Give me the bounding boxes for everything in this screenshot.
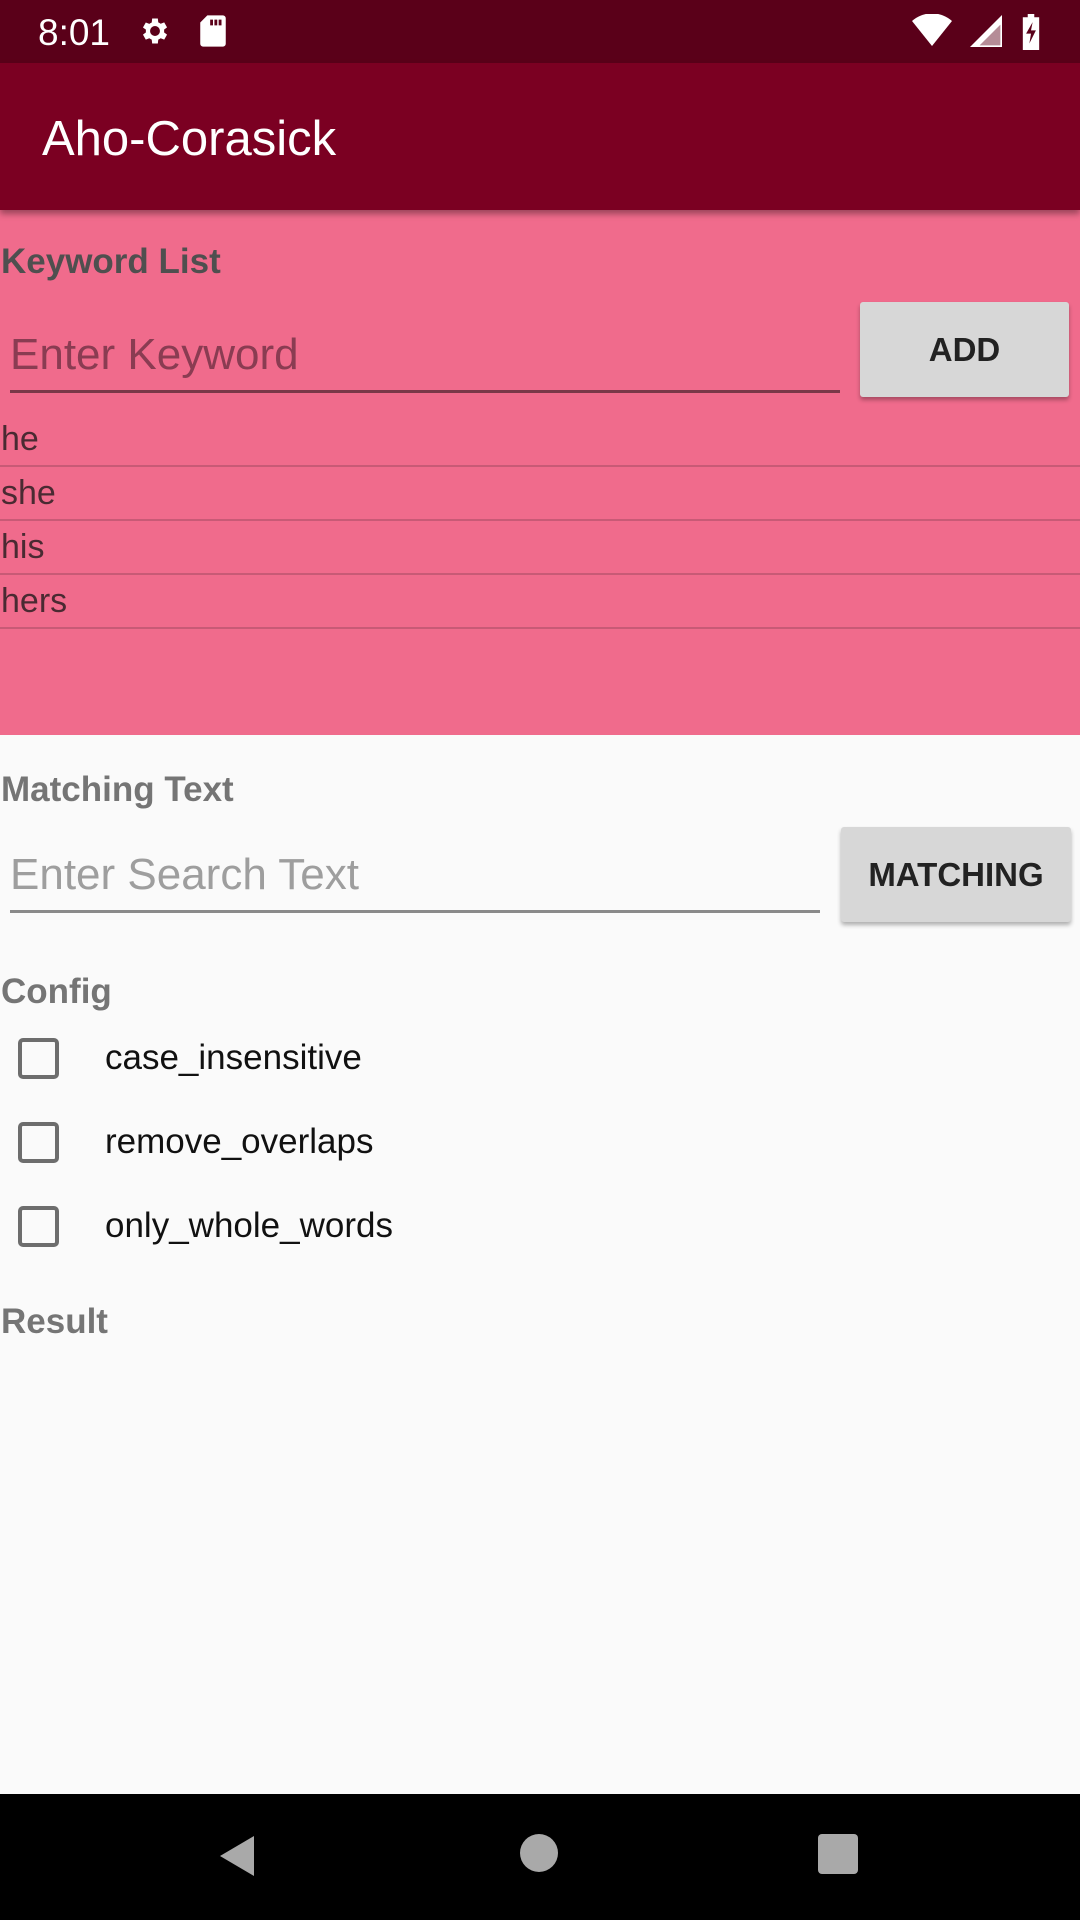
keyword-list: he she his hers	[0, 413, 1080, 629]
battery-charging-icon	[1020, 14, 1042, 55]
navigation-bar	[0, 1794, 1080, 1920]
wifi-icon	[912, 13, 952, 55]
app-title: Aho-Corasick	[42, 112, 337, 166]
matching-text-label: Matching Text	[1, 770, 234, 809]
signal-icon	[970, 14, 1002, 55]
keyword-input[interactable]	[10, 320, 840, 393]
checkbox-label: only_whole_words	[105, 1206, 393, 1245]
result-label: Result	[1, 1302, 108, 1341]
checkbox-label: case_insensitive	[105, 1038, 362, 1077]
keyword-item[interactable]: hers	[0, 575, 1080, 629]
status-time: 8:01	[38, 12, 111, 53]
search-text-input[interactable]	[10, 840, 820, 913]
app-bar: Aho-Corasick	[0, 63, 1080, 210]
settings-icon	[138, 14, 172, 53]
only-whole-words-checkbox[interactable]	[18, 1205, 59, 1247]
keyword-item[interactable]: he	[0, 413, 1080, 467]
only-whole-words-option[interactable]: only_whole_words	[18, 1202, 393, 1250]
keyword-item[interactable]: his	[0, 521, 1080, 575]
home-icon[interactable]	[520, 1834, 558, 1872]
remove-overlaps-checkbox[interactable]	[18, 1121, 59, 1163]
keyword-item[interactable]: she	[0, 467, 1080, 521]
case-insensitive-checkbox[interactable]	[18, 1037, 59, 1079]
back-icon[interactable]	[218, 1834, 258, 1883]
status-bar: 8:01	[0, 0, 1080, 63]
keyword-panel: Keyword List ADD he she his hers	[0, 210, 1080, 735]
matching-button[interactable]: MATCHING	[841, 827, 1071, 922]
recents-icon[interactable]	[818, 1834, 858, 1874]
case-insensitive-option[interactable]: case_insensitive	[18, 1034, 362, 1082]
config-label: Config	[1, 972, 112, 1011]
keyword-list-label: Keyword List	[1, 242, 221, 281]
add-button[interactable]: ADD	[860, 302, 1069, 397]
checkbox-label: remove_overlaps	[105, 1122, 374, 1161]
sd-card-icon	[198, 14, 228, 53]
remove-overlaps-option[interactable]: remove_overlaps	[18, 1118, 373, 1166]
